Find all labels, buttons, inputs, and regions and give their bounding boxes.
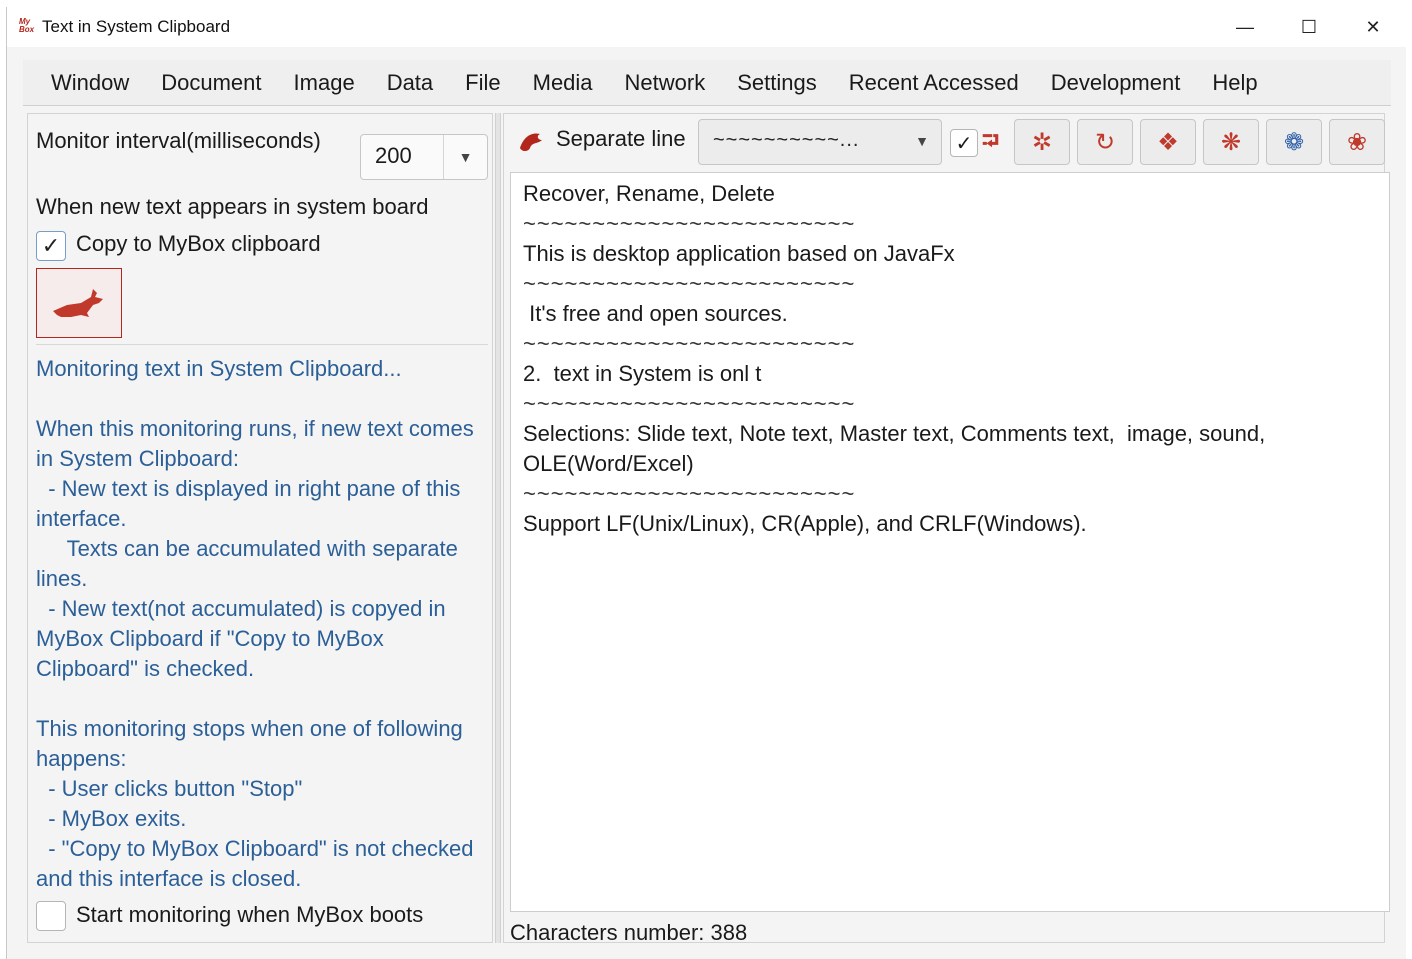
clipboard-text-pane: Separate line ~~~~~~~~~~... ▼ ✓ ⮒ ✲ ↻ ❖ …	[503, 113, 1390, 945]
text-line: OLE(Word/Excel)	[523, 451, 694, 476]
monitor-settings-pane: Monitor interval(milliseconds) 200 ▼ Whe…	[27, 113, 493, 943]
monitoring-help-text: Monitoring text in System Clipboard... W…	[36, 356, 474, 891]
clear-icon: ❖	[1157, 128, 1179, 156]
copy-to-mybox-label[interactable]: Copy to MyBox clipboard	[76, 229, 321, 259]
title-bar[interactable]: My Box Text in System Clipboard — ☐ ✕	[7, 7, 1407, 47]
start-monitor-button[interactable]	[36, 268, 122, 338]
separator-line: ~~~~~~~~~~~~~~~~~~~~~~~~	[523, 211, 856, 236]
characters-count: Characters number: 388	[510, 920, 748, 945]
text-line: Selections: Slide text, Note text, Maste…	[523, 421, 1266, 446]
separator	[36, 344, 488, 345]
monitor-interval-combo[interactable]: 200 ▼	[360, 134, 488, 180]
start-on-boot-checkbox[interactable]	[36, 901, 66, 931]
menu-settings[interactable]: Settings	[721, 70, 833, 96]
text-line: Recover, Rename, Delete	[523, 181, 775, 206]
maximize-button[interactable]: ☐	[1277, 7, 1341, 47]
separator-line: ~~~~~~~~~~~~~~~~~~~~~~~~	[523, 331, 856, 356]
monitor-interval-label: Monitor interval(milliseconds)	[36, 128, 321, 153]
text-line: It's free and open sources.	[523, 301, 788, 326]
flower-button[interactable]: ❋	[1203, 119, 1259, 165]
text-line: 2. text in System is onl t	[523, 361, 762, 386]
wrap-text-checkbox[interactable]: ✓	[950, 129, 978, 157]
separator-line: ~~~~~~~~~~~~~~~~~~~~~~~~	[523, 391, 856, 416]
wrap-text-toggle[interactable]: ✓ ⮒	[950, 127, 1006, 159]
menu-bar: Window Document Image Data File Media Ne…	[23, 60, 1391, 106]
menu-data[interactable]: Data	[371, 70, 449, 96]
window-title: Text in System Clipboard	[42, 17, 231, 36]
clipboard-text-area[interactable]: Recover, Rename, Delete ~~~~~~~~~~~~~~~~…	[510, 172, 1390, 912]
deer-icon	[53, 289, 103, 317]
separator-line: ~~~~~~~~~~~~~~~~~~~~~~~~	[523, 481, 856, 506]
paste-icon: ❀	[1346, 128, 1368, 156]
new-text-label: When new text appears in system board	[36, 194, 429, 219]
menu-network[interactable]: Network	[609, 70, 722, 96]
copy-to-mybox-checkbox[interactable]: ✓	[36, 231, 66, 261]
clear-button[interactable]: ❖	[1140, 119, 1196, 165]
menu-image[interactable]: Image	[278, 70, 371, 96]
menu-document[interactable]: Document	[145, 70, 277, 96]
menu-recent-accessed[interactable]: Recent Accessed	[833, 70, 1035, 96]
separate-line-combo[interactable]: ~~~~~~~~~~... ▼	[698, 119, 942, 165]
undo-button[interactable]: ↻	[1077, 119, 1133, 165]
flower-icon: ❋	[1220, 128, 1242, 156]
split-pane-divider[interactable]	[495, 113, 501, 943]
copy-button[interactable]: ❁	[1266, 119, 1322, 165]
menu-window[interactable]: Window	[35, 70, 145, 96]
star-icon: ✲	[1031, 128, 1053, 156]
paste-button[interactable]: ❀	[1329, 119, 1385, 165]
copy-icon: ❁	[1283, 128, 1305, 156]
separate-line-value[interactable]: ~~~~~~~~~~...	[713, 129, 859, 152]
star-button[interactable]: ✲	[1014, 119, 1070, 165]
menu-development[interactable]: Development	[1035, 70, 1197, 96]
menu-file[interactable]: File	[449, 70, 516, 96]
separator-line: ~~~~~~~~~~~~~~~~~~~~~~~~	[523, 271, 856, 296]
minimize-button[interactable]: —	[1213, 7, 1277, 47]
dragon-icon	[516, 126, 546, 156]
text-line: This is desktop application based on Jav…	[523, 241, 955, 266]
close-button[interactable]: ✕	[1341, 7, 1405, 47]
app-logo-icon: My Box	[19, 17, 35, 34]
menu-media[interactable]: Media	[517, 70, 609, 96]
menu-help[interactable]: Help	[1196, 70, 1273, 96]
undo-icon: ↻	[1094, 128, 1116, 156]
chevron-down-icon[interactable]: ▼	[443, 135, 487, 179]
separate-line-label: Separate line	[556, 126, 686, 151]
chevron-down-icon[interactable]: ▼	[915, 133, 929, 149]
wrap-text-icon: ⮒	[982, 128, 999, 153]
text-line: Support LF(Unix/Linux), CR(Apple), and C…	[523, 511, 1087, 536]
monitor-interval-value[interactable]: 200	[375, 143, 412, 169]
application-window: My Box Text in System Clipboard — ☐ ✕ Wi…	[6, 7, 1407, 959]
start-on-boot-label[interactable]: Start monitoring when MyBox boots	[76, 900, 423, 930]
